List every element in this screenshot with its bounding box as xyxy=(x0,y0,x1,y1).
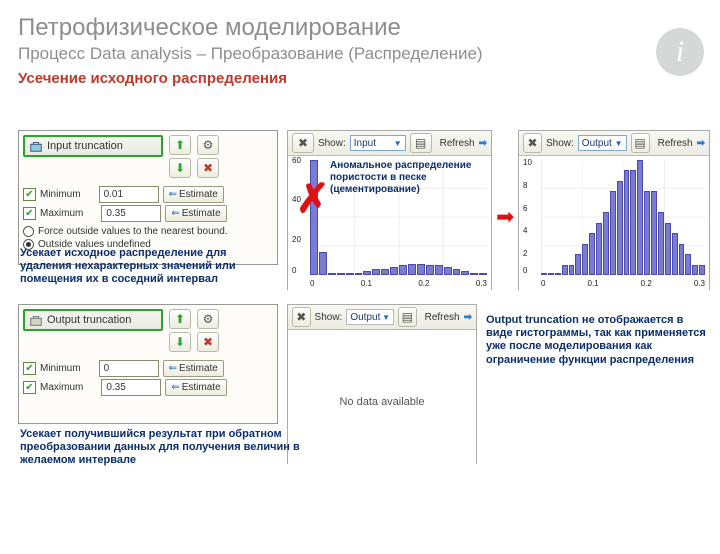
chart-source-dropdown[interactable]: Output▼ xyxy=(346,309,394,325)
min-label: Minimum xyxy=(40,189,81,200)
output-note-annotation: Output truncation не отображается в виде… xyxy=(486,314,706,367)
info-icon: i xyxy=(656,28,704,76)
delete-icon[interactable]: ✖ xyxy=(197,158,219,178)
arrow-right-icon: ➡ xyxy=(496,204,514,230)
y-axis: 10 8 6 4 2 0 xyxy=(523,156,541,275)
estimate-max-button[interactable]: ⇐Estimate xyxy=(165,379,226,396)
chart-options-icon[interactable]: ▤ xyxy=(631,133,650,153)
move-down-icon[interactable]: ⬇ xyxy=(169,332,191,352)
input-desc-annotation: Усекает исходное распределение для удале… xyxy=(20,247,280,287)
no-data-label: No data available xyxy=(288,396,476,408)
close-chart-icon[interactable]: ✖ xyxy=(292,307,311,327)
max-checkbox[interactable]: ✔ xyxy=(23,381,36,394)
x-axis: 00.10.20.3 xyxy=(310,279,487,293)
output-truncation-icon xyxy=(29,313,43,327)
page-title: Петрофизическое моделирование xyxy=(18,14,720,42)
refresh-icon[interactable]: ➡ xyxy=(479,138,487,149)
refresh-icon[interactable]: ➡ xyxy=(697,138,705,149)
min-input[interactable]: 0.01 xyxy=(99,186,159,203)
output-truncation-panel: Output truncation ⬆ ⬇ ⚙ ✖ ✔ Minimum 0 ⇐E… xyxy=(18,304,278,424)
settings-icon[interactable]: ⚙ xyxy=(197,135,219,155)
chart-source-dropdown[interactable]: Output▼ xyxy=(578,135,627,151)
max-input[interactable]: 0.35 xyxy=(101,379,161,396)
move-up-icon[interactable]: ⬆ xyxy=(169,309,191,329)
anomalous-annotation: Аномальное распределение пористости в пе… xyxy=(330,160,480,196)
min-checkbox[interactable]: ✔ xyxy=(23,188,36,201)
radio-nearest-label: Force outside values to the nearest boun… xyxy=(38,226,228,237)
input-truncation-label: Input truncation xyxy=(47,140,123,152)
max-checkbox[interactable]: ✔ xyxy=(23,207,36,220)
max-label: Maximum xyxy=(40,382,83,393)
input-truncation-icon xyxy=(29,139,43,153)
estimate-min-button[interactable]: ⇐Estimate xyxy=(163,360,224,377)
settings-icon[interactable]: ⚙ xyxy=(197,309,219,329)
output-chart: ✖ Show: Output▼ ▤ Refresh ➡ 10 8 6 4 2 0… xyxy=(518,130,710,290)
estimate-min-button[interactable]: ⇐Estimate xyxy=(163,186,224,203)
section-title: Усечение исходного распределения xyxy=(18,70,720,87)
refresh-icon[interactable]: ➡ xyxy=(464,312,472,323)
output-bars xyxy=(541,160,705,275)
move-down-icon[interactable]: ⬇ xyxy=(169,158,191,178)
delete-icon[interactable]: ✖ xyxy=(197,332,219,352)
input-truncation-panel: Input truncation ⬆ ⬇ ⚙ ✖ ✔ Minimum 0.01 … xyxy=(18,130,278,265)
input-chart: ✖ Show: Input▼ ▤ Refresh ➡ 60 40 20 0 00… xyxy=(287,130,492,290)
chart-options-icon[interactable]: ▤ xyxy=(410,133,432,153)
min-label: Minimum xyxy=(40,363,81,374)
output-truncation-label: Output truncation xyxy=(47,314,131,326)
refresh-label: Refresh xyxy=(658,138,693,149)
chart-source-dropdown[interactable]: Input▼ xyxy=(350,135,406,151)
show-label: Show: xyxy=(546,138,574,149)
radio-nearest[interactable] xyxy=(23,226,34,237)
x-axis: 00.10.20.3 xyxy=(541,279,705,293)
max-label: Maximum xyxy=(40,208,83,219)
estimate-max-button[interactable]: ⇐Estimate xyxy=(165,205,226,222)
min-checkbox[interactable]: ✔ xyxy=(23,362,36,375)
reject-mark-icon: ✗ xyxy=(296,176,330,222)
output-desc-annotation: Усекает получившийся результат при обрат… xyxy=(20,428,300,468)
refresh-label: Refresh xyxy=(440,138,475,149)
output-truncation-header[interactable]: Output truncation xyxy=(23,309,163,331)
show-label: Show: xyxy=(318,138,346,149)
chart-options-icon[interactable]: ▤ xyxy=(398,307,417,327)
close-chart-icon[interactable]: ✖ xyxy=(292,133,314,153)
page-subtitle: Процесс Data analysis – Преобразование (… xyxy=(18,44,720,64)
empty-output-chart: ✖ Show: Output▼ ▤ Refresh ➡ No data avai… xyxy=(287,304,477,464)
max-input[interactable]: 0.35 xyxy=(101,205,161,222)
min-input[interactable]: 0 xyxy=(99,360,159,377)
show-label: Show: xyxy=(315,312,343,323)
refresh-label: Refresh xyxy=(425,312,460,323)
move-up-icon[interactable]: ⬆ xyxy=(169,135,191,155)
close-chart-icon[interactable]: ✖ xyxy=(523,133,542,153)
input-truncation-header[interactable]: Input truncation xyxy=(23,135,163,157)
